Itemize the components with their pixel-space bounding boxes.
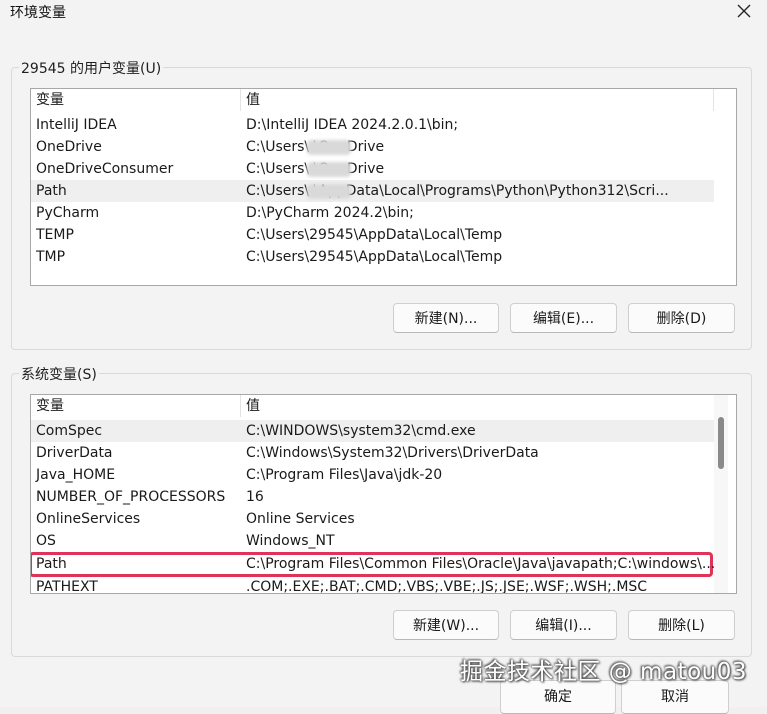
user-variables-list[interactable]: 变量 值 IntelliJ IDEA D:\IntelliJ IDEA 2024… (30, 88, 737, 286)
column-header-variable[interactable]: 变量 (36, 395, 64, 417)
variable-name: IntelliJ IDEA (36, 117, 117, 133)
column-header-variable[interactable]: 变量 (36, 89, 64, 111)
table-row[interactable]: NUMBER_OF_PROCESSORS 16 (31, 486, 714, 508)
column-separator[interactable] (713, 89, 714, 111)
variable-name: OS (36, 533, 56, 549)
table-row[interactable]: PATHEXT .COM;.EXE;.BAT;.CMD;.VBS;.VBE;.J… (31, 576, 714, 594)
variable-name: Path (36, 183, 67, 199)
title-bar: 环境变量 (0, 0, 767, 28)
table-row[interactable]: Java_HOME C:\Program Files\Java\jdk-20 (31, 464, 714, 486)
variable-name: NUMBER_OF_PROCESSORS (36, 489, 226, 505)
variable-value: C:\Users\29545\AppData\Local\Temp (246, 249, 503, 265)
redaction-mask (307, 184, 351, 199)
system-variables-label: 系统变量(S) (19, 364, 99, 384)
column-header-value[interactable]: 值 (246, 395, 260, 417)
variable-name: TEMP (36, 227, 74, 243)
variable-name: TMP (36, 249, 66, 265)
environment-variables-dialog: 环境变量 29545 的用户变量(U) 变量 值 IntelliJ IDEA D… (0, 0, 767, 714)
list-header: 变量 值 (31, 89, 736, 111)
variable-value: Windows_NT (246, 533, 335, 549)
close-button[interactable] (733, 0, 755, 22)
list-header: 变量 值 (31, 395, 721, 417)
variable-name: PyCharm (36, 205, 100, 221)
variable-name: OnlineServices (36, 511, 141, 527)
close-icon (737, 4, 751, 18)
user-edit-button[interactable]: 编辑(E)... (510, 303, 617, 333)
system-variables-list[interactable]: 变量 值 ComSpec C:\WINDOWS\system32\cmd.exe… (30, 394, 737, 594)
variable-value: C:\WINDOWS\system32\cmd.exe (246, 423, 476, 439)
window-title: 环境变量 (10, 5, 66, 21)
variable-name: Java_HOME (36, 467, 116, 483)
variable-value: D:\IntelliJ IDEA 2024.2.0.1\bin; (246, 117, 459, 133)
variable-name: Path (36, 556, 67, 572)
variable-name: PATHEXT (36, 579, 98, 594)
system-delete-button[interactable]: 删除(L) (628, 610, 735, 640)
vertical-scrollbar[interactable] (714, 395, 728, 593)
scrollbar-thumb[interactable] (718, 417, 724, 469)
table-row-path-highlighted[interactable]: Path C:\Program Files\Common Files\Oracl… (31, 552, 716, 577)
variable-value: 16 (246, 489, 264, 505)
column-header-value[interactable]: 值 (246, 89, 260, 111)
redaction-mask (307, 162, 351, 177)
system-edit-button[interactable]: 编辑(I)... (510, 610, 617, 640)
user-new-button[interactable]: 新建(N)... (393, 303, 499, 333)
system-new-button[interactable]: 新建(W)... (393, 610, 499, 640)
variable-value: Online Services (246, 511, 355, 527)
variable-value: .COM;.EXE;.BAT;.CMD;.VBS;.VBE;.JS;.JSE;.… (246, 579, 648, 594)
variable-name: OneDriveConsumer (36, 161, 174, 177)
variable-name: DriverData (36, 445, 113, 461)
variable-value: C:\Users\29545\AppData\Local\Temp (246, 227, 503, 243)
variable-value: C:\Windows\System32\Drivers\DriverData (246, 445, 539, 461)
variable-value: C:\Program Files\Common Files\Oracle\Jav… (246, 556, 716, 572)
variable-name: ComSpec (36, 423, 103, 439)
variable-value: D:\PyCharm 2024.2\bin; (246, 205, 414, 221)
variable-name: OneDrive (36, 139, 102, 155)
table-row[interactable]: OneDriveConsumer C:\Users\ \OneDrive (31, 158, 736, 180)
table-row[interactable]: TEMP C:\Users\29545\AppData\Local\Temp (31, 224, 736, 246)
redaction-mask (307, 140, 351, 155)
table-row[interactable]: OS Windows_NT (31, 530, 714, 552)
table-row-selected[interactable]: Path C:\Users\ \AppData\Local\Programs\P… (31, 180, 714, 202)
user-variables-label: 29545 的用户变量(U) (19, 58, 164, 78)
variable-value: C:\Program Files\Java\jdk-20 (246, 467, 443, 483)
column-separator[interactable] (240, 395, 241, 417)
table-row[interactable]: OneDrive C:\Users\ \OneDrive (31, 136, 736, 158)
table-row[interactable]: OnlineServices Online Services (31, 508, 714, 530)
table-row[interactable]: TMP C:\Users\29545\AppData\Local\Temp (31, 246, 736, 268)
table-row[interactable]: ComSpec C:\WINDOWS\system32\cmd.exe (31, 420, 714, 442)
table-row[interactable]: IntelliJ IDEA D:\IntelliJ IDEA 2024.2.0.… (31, 114, 736, 136)
user-delete-button[interactable]: 删除(D) (628, 303, 735, 333)
table-row[interactable]: PyCharm D:\PyCharm 2024.2\bin; (31, 202, 736, 224)
watermark: 掘金技术社区 @ matou03 (459, 659, 747, 685)
table-row[interactable]: DriverData C:\Windows\System32\Drivers\D… (31, 442, 714, 464)
column-separator[interactable] (240, 89, 241, 111)
